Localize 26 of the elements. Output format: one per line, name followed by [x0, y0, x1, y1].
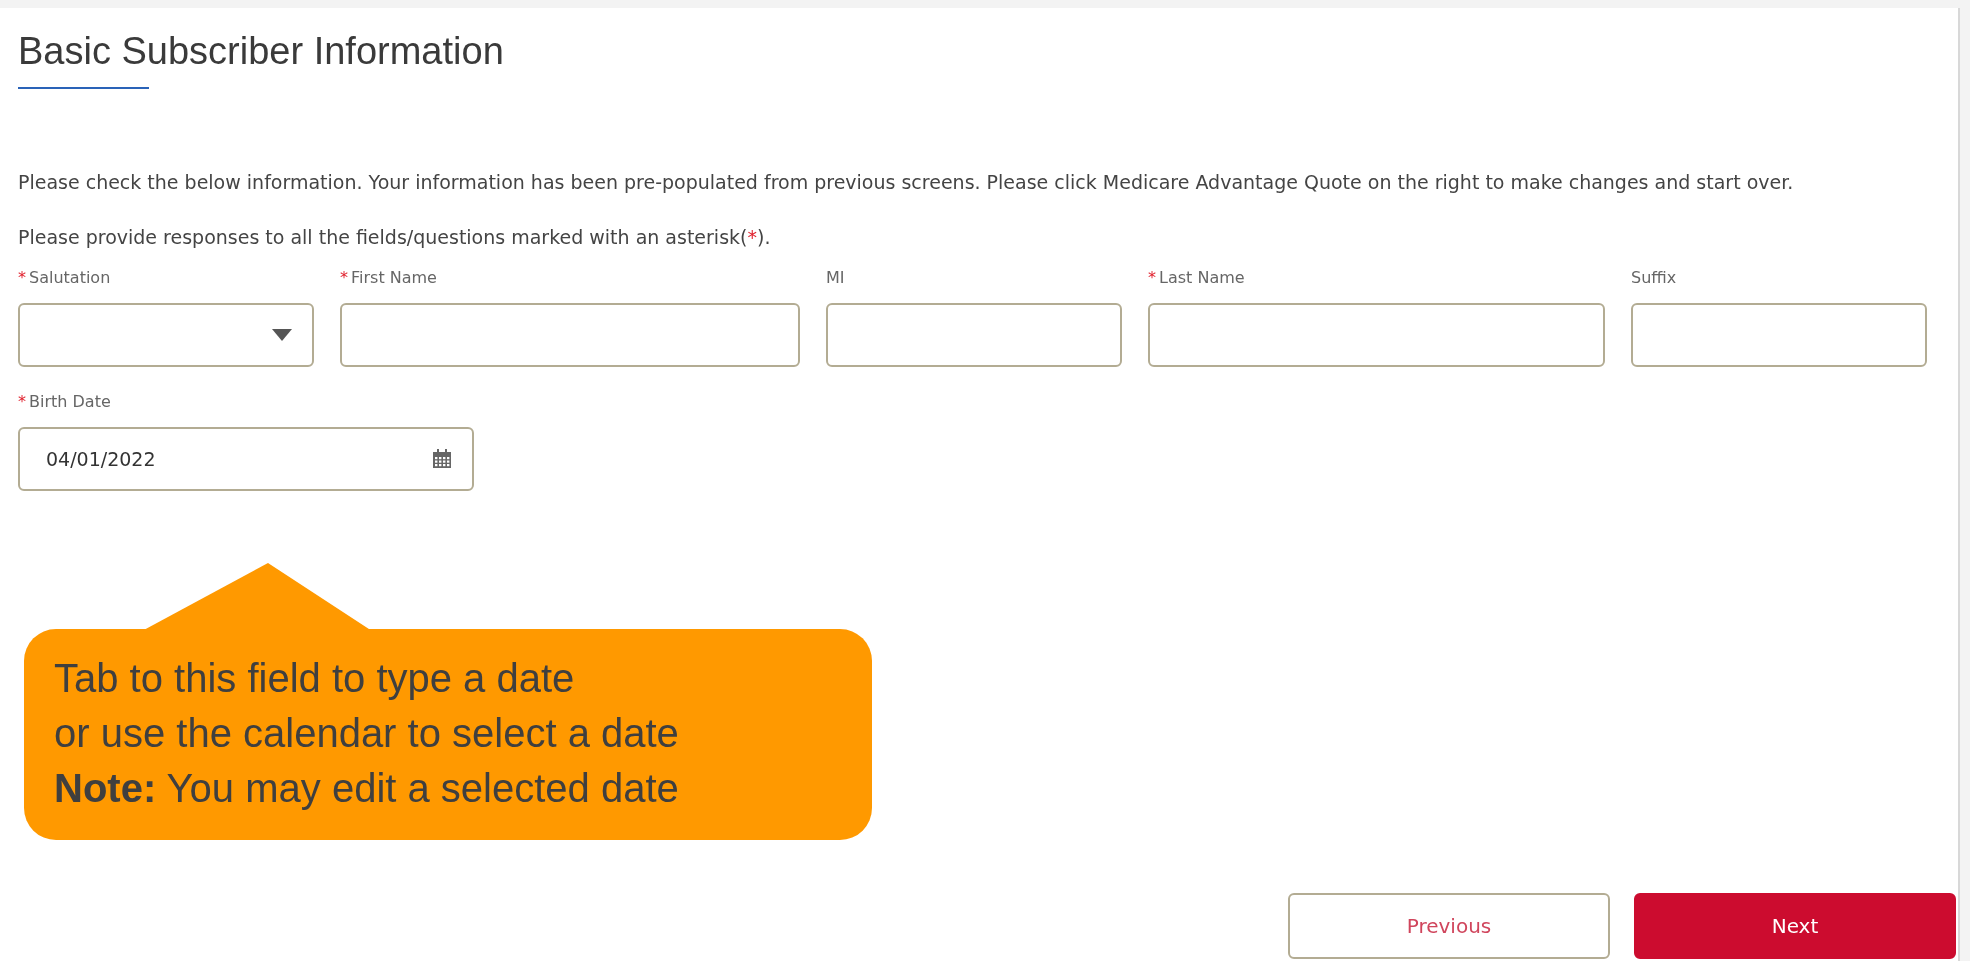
required-asterisk: * — [18, 267, 26, 287]
text-field[interactable] — [826, 303, 1122, 367]
text-field[interactable] — [1148, 303, 1605, 367]
date-field[interactable]: 04/01/2022 — [18, 427, 474, 491]
field-label: Birth Date — [29, 391, 111, 411]
required-asterisk: * — [18, 391, 26, 411]
intro-text: Please check the below information. Your information has been pre-populated from previous screens. Please click Medicare Advantage Quote on the right to make changes and start over. — [18, 170, 1795, 195]
page-title: Basic Subscriber Information — [18, 30, 504, 73]
instruction-text: Please provide responses to all the fields/questions marked with an asterisk(*). — [18, 225, 772, 250]
caret-icon — [272, 329, 292, 341]
callout-text: or use the calendar to select a date — [54, 710, 679, 757]
callout-text: Tab to this field to type a date — [54, 655, 575, 702]
field-label: First Name — [351, 267, 437, 287]
field-label: Salutation — [29, 267, 111, 287]
required-asterisk: * — [1148, 267, 1156, 287]
field-label: Suffix — [1631, 267, 1677, 287]
previous-button[interactable]: Previous — [1288, 893, 1610, 959]
callout-text: Note: You may edit a selected date — [54, 765, 679, 812]
next-button[interactable]: Next — [1634, 893, 1956, 959]
required-asterisk: * — [340, 267, 348, 287]
field-label: Last Name — [1159, 267, 1245, 287]
salutation-dropdown[interactable] — [18, 303, 314, 367]
text-field[interactable] — [340, 303, 800, 367]
text-field[interactable] — [1631, 303, 1927, 367]
field-label: MI — [826, 267, 845, 287]
calendar-icon[interactable] — [432, 449, 452, 469]
